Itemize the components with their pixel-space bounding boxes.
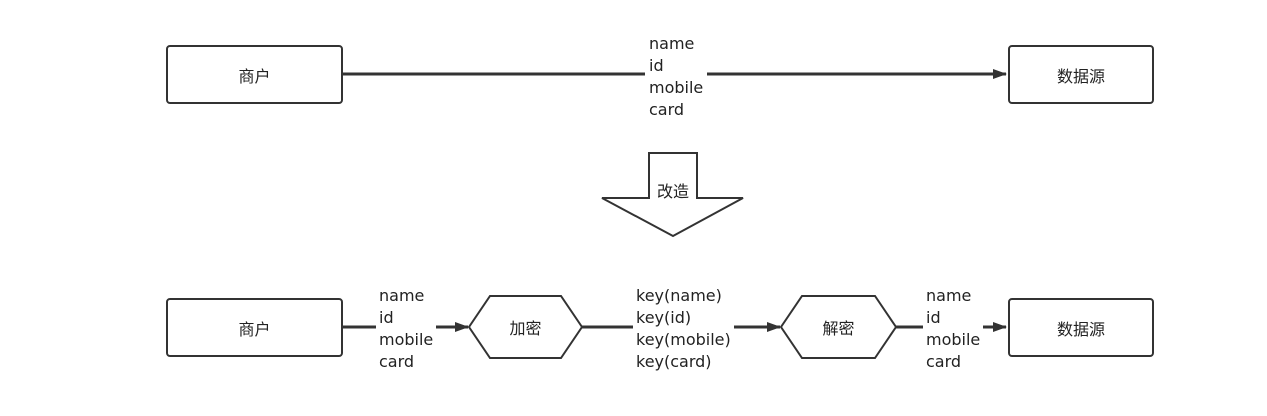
top-field: name	[649, 34, 695, 53]
bottom-merchant-label: 商户	[238, 319, 271, 339]
top-field: card	[649, 100, 685, 119]
top-merchant-label: 商户	[238, 66, 271, 86]
bottom-output-fields-label: name id mobile card	[923, 285, 984, 373]
bottom-datasource-label: 数据源	[1056, 319, 1105, 339]
top-field: mobile	[649, 78, 704, 97]
decrypt-label: 解密	[822, 319, 855, 338]
encrypted-field: key(id)	[636, 308, 692, 327]
encrypted-field: key(mobile)	[636, 330, 731, 349]
encrypted-field: key(name)	[636, 286, 722, 305]
top-field: id	[649, 56, 664, 75]
bottom-merchant-node: 商户	[166, 298, 343, 357]
encrypted-field: key(card)	[636, 352, 712, 371]
top-fields-label: name id mobile card	[645, 33, 708, 121]
input-field: card	[379, 352, 415, 371]
output-field: mobile	[926, 330, 981, 349]
encrypted-fields-label: key(name) key(id) key(mobile) key(card)	[633, 285, 734, 373]
top-datasource-node: 数据源	[1008, 45, 1154, 104]
output-field: card	[926, 352, 962, 371]
bottom-datasource-node: 数据源	[1008, 298, 1154, 357]
transform-arrow-label: 改造	[656, 182, 689, 201]
output-field: id	[926, 308, 941, 327]
input-field: name	[379, 286, 425, 305]
output-field: name	[926, 286, 972, 305]
input-field: mobile	[379, 330, 434, 349]
encrypt-label: 加密	[509, 319, 542, 338]
data-flow-diagram: 商户 name id mobile card 数据源 改造 商户 name id…	[0, 0, 1267, 416]
input-field: id	[379, 308, 394, 327]
top-datasource-label: 数据源	[1056, 66, 1105, 86]
bottom-input-fields-label: name id mobile card	[376, 285, 437, 373]
top-merchant-node: 商户	[166, 45, 343, 104]
